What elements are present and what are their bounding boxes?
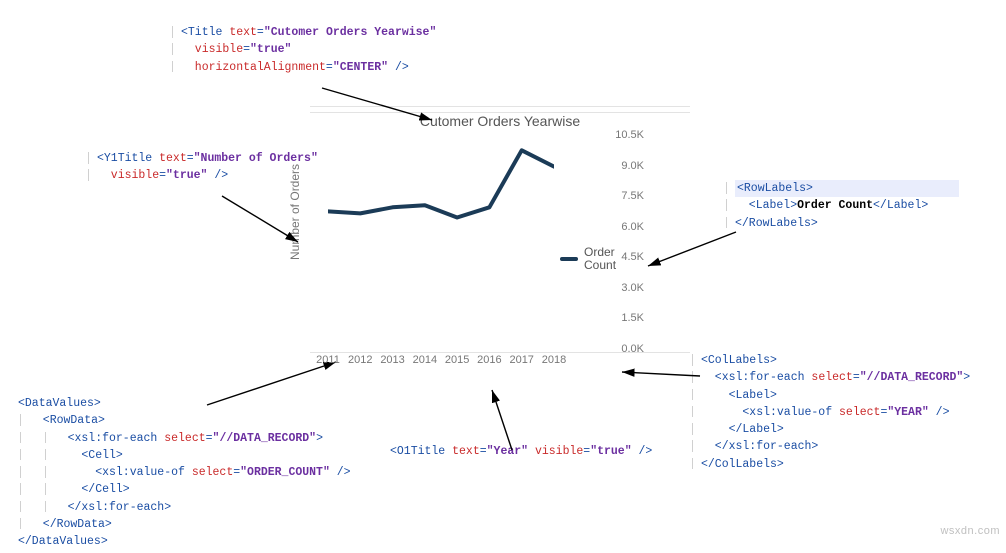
chart-y-tick: 6.0K: [604, 221, 644, 233]
chart-y-tick: 1.5K: [604, 312, 644, 324]
annotation-datavalues-code: <DataValues> <RowData> <xsl:for-each sel…: [18, 395, 351, 550]
chart-y-tick: 4.5K: [604, 251, 644, 263]
chart-x-tick: 2012: [343, 354, 377, 366]
chart-top-rule: [310, 106, 690, 107]
chart-x-tick: 2013: [376, 354, 410, 366]
chart-y-tick: 3.0K: [604, 282, 644, 294]
chart-x-tick: 2011: [311, 354, 345, 366]
annotation-y1title-code: <Y1Title text="Number of Orders" visible…: [86, 150, 318, 185]
annotation-title-code: <Title text="Cutomer Orders Yearwise" vi…: [170, 24, 436, 76]
annotation-rowlabels-code: <RowLabels> <Label>Order Count</Label> <…: [724, 180, 959, 232]
chart-title: Cutomer Orders Yearwise: [310, 112, 690, 129]
legend-mark-icon: [560, 257, 578, 261]
annotation-o1title-code: <O1Title text="Year" visible="true" />: [390, 443, 652, 460]
chart-y-tick: 0.0K: [604, 343, 644, 355]
watermark: wsxdn.com: [940, 525, 1000, 537]
chart-y-tick: 9.0K: [604, 160, 644, 172]
chart-x-tick: 2015: [440, 354, 474, 366]
chart-y-tick: 7.5K: [604, 190, 644, 202]
chart-y-axis-label: Number of Orders: [288, 164, 302, 260]
chart-x-tick: 2016: [472, 354, 506, 366]
chart-x-tick: 2017: [505, 354, 539, 366]
annotation-collabels-code: <ColLabels> <xsl:for-each select="//DATA…: [690, 352, 970, 473]
chart-y-tick: 10.5K: [604, 129, 644, 141]
chart-x-tick: 2018: [537, 354, 571, 366]
chart-x-tick: 2014: [408, 354, 442, 366]
